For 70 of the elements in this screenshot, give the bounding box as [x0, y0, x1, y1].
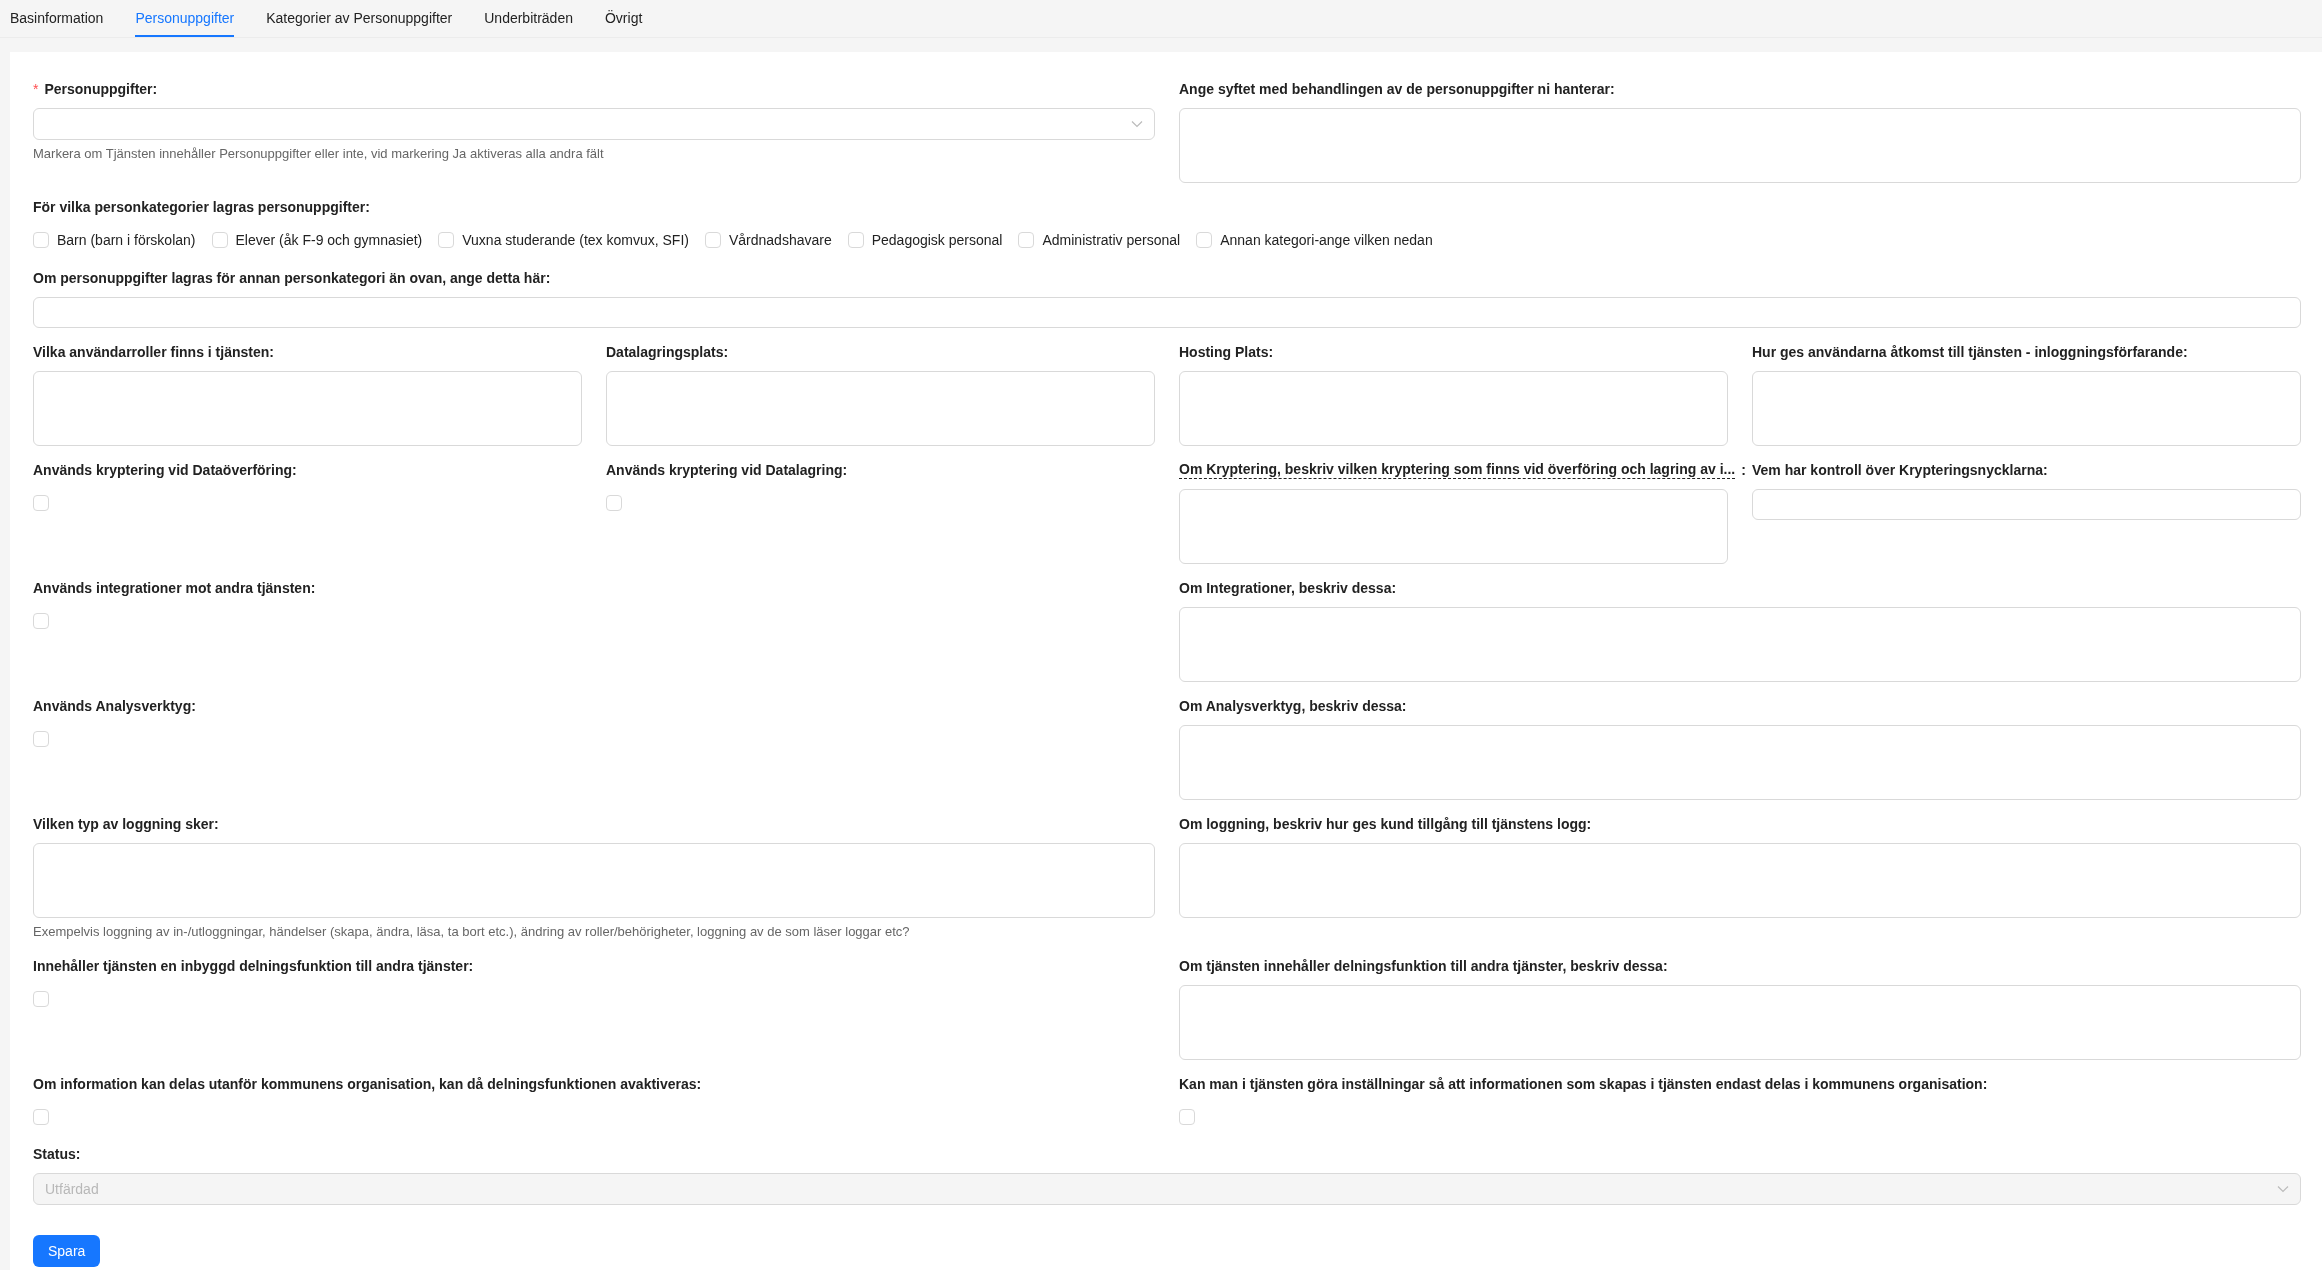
help-text: Markera om Tjänsten innehåller Personuppgifter eller inte, vid markering Ja aktiveras alla andra fält — [33, 145, 605, 163]
field-label: Om loggning, beskriv hur ges kund tillgång till tjänstens logg: — [1179, 816, 1592, 832]
field-label: Om Integrationer, beskriv dessa: — [1179, 580, 1397, 596]
help-text: Exempelvis loggning av in-/utloggningar, händelser (skapa, ändra, läsa, ta bort etc.), ändring av roller/behörigheter, loggning av de som läser loggar etc? — [33, 923, 911, 941]
tab[interactable]: Basinformation — [10, 0, 104, 37]
checkbox[interactable] — [1018, 232, 1035, 248]
field-label: Vilken typ av loggning sker: — [33, 816, 219, 832]
checkbox[interactable] — [33, 494, 49, 511]
checkbox[interactable] — [1196, 232, 1213, 248]
checkbox[interactable] — [438, 232, 455, 248]
text-input[interactable] — [1752, 489, 2301, 520]
field-label: Om tjänsten innehåller delningsfunktion till andra tjänster, beskriv dessa: — [1179, 958, 1668, 974]
text-area[interactable] — [33, 371, 582, 446]
checkbox[interactable] — [606, 494, 622, 511]
checkbox[interactable] — [33, 990, 49, 1007]
checkbox[interactable] — [704, 232, 721, 248]
checkbox-label[interactable]: Pedagogisk personal — [871, 232, 1003, 248]
checkbox[interactable] — [847, 232, 864, 248]
checkbox-label[interactable]: Vårdnadshavare — [728, 232, 832, 248]
checkbox-label[interactable]: Barn (barn i förskolan) — [57, 232, 196, 248]
field-label: Används integrationer mot andra tjänsten: — [33, 580, 316, 596]
field-label: För vilka personkategorier lagras personuppgifter: — [33, 199, 370, 215]
field-label: Om Kryptering, beskriv vilken kryptering som finns vid överföring och lagring av i... — [1179, 461, 1736, 479]
text-area[interactable] — [1179, 725, 2301, 800]
field-label: Kan man i tjänsten göra inställningar så att informationen som skapas i tjänsten endast delas i kommunens organisation: — [1179, 1076, 1988, 1092]
field-label: Om information kan delas utanför kommunens organisation, kan då delningsfunktionen avaktiveras: — [33, 1076, 702, 1092]
checkbox-label[interactable]: Annan kategori-ange vilken nedan — [1220, 232, 1433, 248]
checkbox[interactable] — [33, 232, 49, 248]
tab[interactable]: Personuppgifter — [135, 0, 235, 37]
field-label: Ange syftet med behandlingen av de personuppgifter ni hanterar: — [1179, 81, 1615, 97]
field-label: Om personuppgifter lagras för annan personkategori än ovan, ange detta här: — [33, 270, 551, 286]
field-label: Vem har kontroll över Krypteringsnycklarna: — [1752, 462, 2048, 478]
chevron-down-icon — [1131, 120, 1143, 128]
text-area[interactable] — [33, 843, 1155, 918]
field-label: Datalagringsplats: — [606, 344, 729, 360]
checkbox-label[interactable]: Vuxna studerande (tex komvux, SFI) — [462, 232, 689, 248]
required-mark: * — [33, 81, 39, 97]
text-area[interactable] — [606, 371, 1155, 446]
checkbox[interactable] — [211, 232, 228, 248]
field-label: Vilka användarroller finns i tjänsten: — [33, 344, 274, 360]
text-area[interactable] — [1179, 371, 1728, 446]
checkbox[interactable] — [33, 612, 49, 629]
field-label: Status: — [33, 1146, 81, 1162]
tab[interactable]: Kategorier av Personuppgifter — [266, 0, 453, 37]
checkbox[interactable] — [33, 730, 49, 747]
text-area[interactable] — [1179, 489, 1728, 564]
text-area[interactable] — [1752, 371, 2301, 446]
select-field[interactable] — [33, 108, 1155, 140]
checkbox-label[interactable]: Administrativ personal — [1042, 232, 1181, 248]
field-label: Används Analysverktyg: — [33, 698, 196, 714]
checkbox[interactable] — [33, 1108, 49, 1125]
field-label: Om Analysverktyg, beskriv dessa: — [1179, 698, 1407, 714]
chevron-down-icon — [2277, 1185, 2289, 1193]
save-button[interactable]: Spara — [33, 1235, 101, 1267]
text-area[interactable] — [1179, 985, 2301, 1060]
field-label: Hosting Plats: — [1179, 344, 1274, 360]
checkbox[interactable] — [1179, 1108, 1195, 1125]
text-area[interactable] — [1179, 108, 2301, 183]
field-label: Används kryptering vid Datalagring: — [606, 462, 848, 478]
text-input[interactable] — [33, 297, 2301, 328]
field-label: Används kryptering vid Dataöverföring: — [33, 462, 297, 478]
label-colon: : — [1741, 462, 1746, 478]
tab[interactable]: Underbiträden — [484, 0, 573, 37]
checkbox-label[interactable]: Elever (åk F-9 och gymnasiet) — [235, 232, 423, 248]
field-label: Personuppgifter: — [44, 81, 158, 97]
text-area[interactable] — [1179, 607, 2301, 682]
text-area[interactable] — [1179, 843, 2301, 918]
tab[interactable]: Övrigt — [604, 0, 643, 37]
field-label: Innehåller tjänsten en inbyggd delningsfunktion till andra tjänster: — [33, 958, 474, 974]
field-label: Hur ges användarna åtkomst till tjänsten - inloggningsförfarande: — [1752, 344, 2188, 360]
